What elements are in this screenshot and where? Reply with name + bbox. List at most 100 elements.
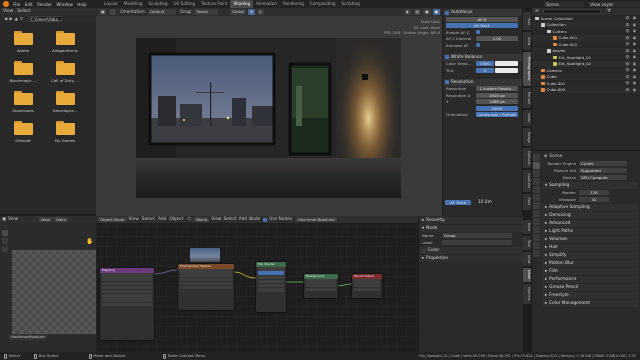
particles-tab-icon[interactable] <box>532 218 540 225</box>
render-camera-icon[interactable]: ▣ <box>633 55 636 59</box>
tint-swatch[interactable] <box>495 67 518 73</box>
properties-section[interactable]: ▸ Simplify <box>542 252 638 259</box>
node-field[interactable] <box>102 294 152 298</box>
node-field[interactable] <box>102 302 152 306</box>
node-field[interactable] <box>258 288 284 292</box>
background-node[interactable]: Background <box>304 274 338 298</box>
node-field[interactable] <box>180 277 232 282</box>
tint-field[interactable]: 0 <box>476 67 494 73</box>
tab-image[interactable]: Image <box>523 128 531 146</box>
checkbox-icon[interactable] <box>445 10 449 15</box>
tab-node[interactable]: Node <box>523 268 531 282</box>
3d-viewport[interactable]: ▣ ⬚ Orientation: Default Drag: Tweak Glo… <box>96 8 442 216</box>
back-arrow-icon[interactable]: ◀ <box>4 17 7 22</box>
visibility-eye-icon[interactable]: 👁 <box>625 42 629 46</box>
color-temp-field[interactable]: 5500 <box>476 61 494 67</box>
image-canvas[interactable] <box>12 250 96 334</box>
tab-layout[interactable]: Layout <box>101 0 121 8</box>
modifier-tab-icon[interactable] <box>532 210 540 217</box>
path-field[interactable]: C:\Users\Yaba... <box>27 16 62 22</box>
folder-item[interactable]: Downloads <box>6 91 40 113</box>
sampling-section[interactable]: ▾ Sampling <box>542 182 638 189</box>
folder-item[interactable]: My Games <box>48 121 82 143</box>
folder-item[interactable]: GHosoft <box>6 121 40 143</box>
resolution-percent-field[interactable]: 100% <box>476 105 518 111</box>
render-camera-icon[interactable]: ▣ <box>633 29 636 33</box>
node-field[interactable] <box>102 285 152 290</box>
color-section[interactable]: Color <box>419 247 523 254</box>
menu-window[interactable]: Window <box>54 2 75 7</box>
node-field[interactable] <box>102 298 152 302</box>
render-camera-icon[interactable]: ▣ <box>633 42 636 46</box>
orientation-toggle[interactable]: Landscape / Portrait <box>476 112 518 118</box>
outliner-search-field[interactable] <box>542 8 601 15</box>
image-name-field[interactable]: HachimanRoad.exr <box>9 334 48 340</box>
hand-pan-icon[interactable]: ✋ <box>86 238 93 245</box>
node-field[interactable] <box>258 275 284 280</box>
node-field[interactable] <box>306 287 336 292</box>
afc-interval-field[interactable]: 1.00 <box>476 36 518 42</box>
visibility-eye-icon[interactable]: 👁 <box>625 49 629 53</box>
tab-shading[interactable]: Shading <box>230 0 254 8</box>
enable-afc-checkbox[interactable] <box>476 30 480 35</box>
blender-logo-icon[interactable] <box>3 1 9 7</box>
properties-section[interactable]: ▸ Color Management <box>542 300 638 307</box>
tab-fast[interactable]: Fast <box>523 194 531 210</box>
material-tab-icon[interactable] <box>532 250 540 257</box>
tab-rendering[interactable]: Rendering <box>280 0 307 8</box>
snap-icon[interactable]: ⌖ <box>248 9 255 15</box>
open-image-button[interactable]: Open <box>53 216 69 223</box>
mapping-node[interactable]: Mapping <box>100 268 154 340</box>
forward-arrow-icon[interactable]: ▶ <box>9 17 12 22</box>
data-tab-icon[interactable] <box>532 242 540 249</box>
tab-node[interactable]: Node <box>523 110 531 126</box>
file-view-menu[interactable]: View <box>3 9 13 14</box>
visibility-eye-icon[interactable]: 👁 <box>625 55 629 59</box>
tab-options[interactable]: Options <box>523 148 531 168</box>
node-field[interactable] <box>354 279 380 283</box>
node-field[interactable] <box>258 284 284 288</box>
visibility-eye-icon[interactable]: 👁 <box>625 29 629 33</box>
refresh-icon[interactable]: ↻ <box>20 17 24 22</box>
filter-icon[interactable]: ⧩ <box>607 9 611 14</box>
visibility-eye-icon[interactable]: 👁 <box>625 75 629 79</box>
sample-tool-icon[interactable] <box>2 238 8 244</box>
properties-section[interactable]: ▸ Grease Pencil <box>542 284 638 291</box>
scene-tab-icon[interactable] <box>532 186 540 193</box>
tool-tab-icon[interactable] <box>532 154 540 161</box>
properties-section[interactable]: ▸ Light Paths <box>542 228 638 235</box>
tab-uv-editing[interactable]: UV Editing <box>171 0 198 8</box>
tab-scripting[interactable]: Scripting <box>339 0 363 8</box>
render-samples-field[interactable]: 128 <box>579 190 609 195</box>
scene-selector[interactable]: Scene <box>544 1 584 7</box>
constraints-tab-icon[interactable] <box>532 234 540 241</box>
file-select-menu[interactable]: Select <box>17 9 30 14</box>
af-s-button[interactable]: AF-S <box>446 16 518 22</box>
visibility-eye-icon[interactable]: 👁 <box>625 36 629 40</box>
tab-options[interactable]: Options <box>523 284 531 304</box>
node-field[interactable] <box>102 281 152 286</box>
visibility-eye-icon[interactable]: 👁 <box>625 88 629 92</box>
visibility-eye-icon[interactable]: 👁 <box>625 16 629 20</box>
node-editor[interactable]: Object Mode View Select Add Object ⬡ Wor… <box>96 216 418 352</box>
render-camera-icon[interactable]: ▣ <box>633 75 636 79</box>
af-track-footer-button[interactable]: AF Track <box>445 199 471 205</box>
node-field[interactable] <box>102 290 152 294</box>
menu-help[interactable]: Help <box>75 2 89 7</box>
outliner-row[interactable]: Cube.003 👁 ▣ <box>532 86 640 93</box>
editor-type-icon[interactable]: ▣ <box>2 217 6 222</box>
node-field[interactable] <box>102 273 152 277</box>
node-field[interactable] <box>258 279 284 284</box>
tab-render[interactable]: Render <box>523 88 531 108</box>
image-view-menu[interactable]: View <box>8 217 18 222</box>
tab-view[interactable]: View <box>523 252 531 266</box>
tab-compositing[interactable]: Compositing <box>307 0 339 8</box>
white-balance-section[interactable]: White Balance <box>443 53 522 61</box>
node-label-field[interactable] <box>442 240 512 245</box>
properties-section[interactable]: ▸ Volumes <box>542 236 638 243</box>
node-field[interactable] <box>354 283 380 287</box>
orientation-dropdown[interactable]: Default <box>148 9 177 15</box>
feature-set-dropdown[interactable]: Supported <box>579 168 627 173</box>
tab-texture-paint[interactable]: Texture Paint <box>198 0 230 8</box>
render-camera-icon[interactable]: ▣ <box>633 16 636 20</box>
